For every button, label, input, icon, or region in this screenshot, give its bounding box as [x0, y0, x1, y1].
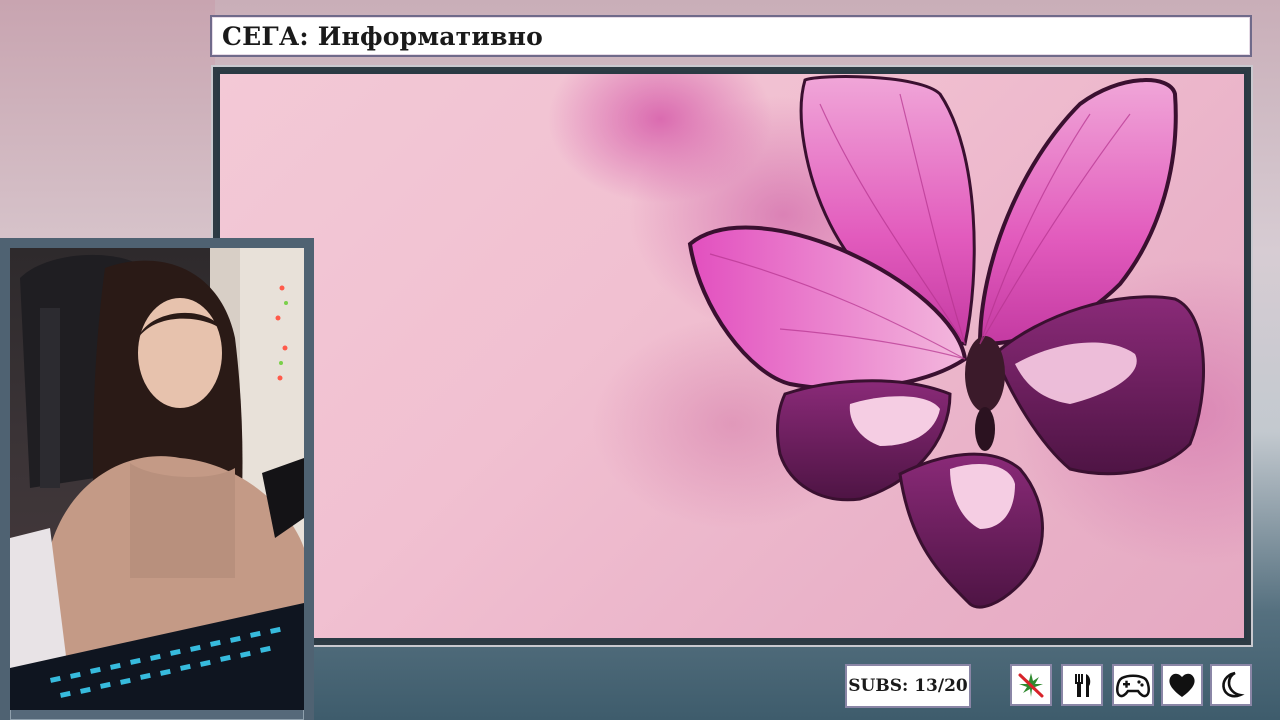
- moon-icon: [1210, 664, 1252, 706]
- streamer-video: [10, 248, 304, 710]
- no-weed-icon: [1010, 664, 1052, 706]
- gamepad-icon: [1112, 664, 1154, 706]
- fork-knife-icon: [1061, 664, 1103, 706]
- heart-icon: [1161, 664, 1203, 706]
- butterfly-wallpaper: [220, 74, 1244, 638]
- webcam-frame: [0, 238, 314, 720]
- webcam-feed: [10, 248, 304, 710]
- stream-title: СЕГА: Информативно: [222, 21, 544, 51]
- butterfly-illustration: [687, 75, 1206, 609]
- stream-title-bar: СЕГА: Информативно: [210, 15, 1252, 57]
- subs-counter: SUBS: 13/20: [845, 664, 971, 708]
- main-screen-frame: [213, 67, 1251, 645]
- subs-counter-label: SUBS: 13/20: [848, 676, 968, 696]
